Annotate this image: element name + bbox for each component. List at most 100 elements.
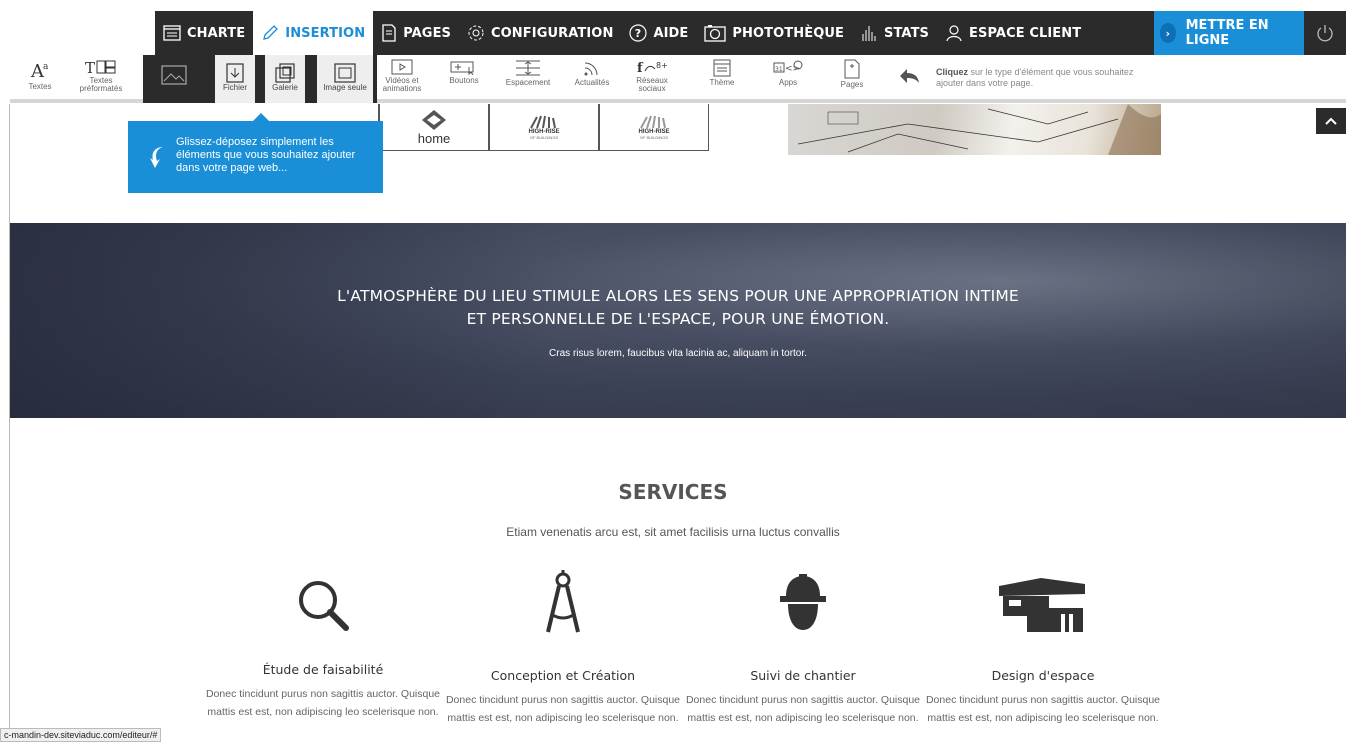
tool-actualites[interactable]: Actualités xyxy=(568,55,616,103)
preformatted-text-icon: T xyxy=(85,59,116,75)
image-icon[interactable] xyxy=(161,65,187,90)
toolbar-hint: Cliquez sur le type d'élément que vous s… xyxy=(936,67,1156,89)
tool-reseaux-sociaux[interactable]: f 8+ Réseaux sociaux xyxy=(628,55,676,103)
home-logo-icon xyxy=(422,109,446,130)
tool-videos[interactable]: Vidéos et animations xyxy=(376,55,428,103)
service-text: Donec tincidunt purus non sagittis aucto… xyxy=(205,688,441,718)
tool-image-seule[interactable]: Image seule xyxy=(317,55,373,103)
tool-boutons[interactable]: Boutons xyxy=(442,55,486,103)
file-icon xyxy=(226,63,244,83)
chart-icon xyxy=(163,25,181,41)
chevron-right-icon: › xyxy=(1160,23,1176,43)
services-title: SERVICES xyxy=(618,480,728,504)
nav-item-pages[interactable]: PAGES xyxy=(373,11,459,55)
single-image-icon xyxy=(334,63,356,83)
tool-label: Espacement xyxy=(505,78,551,87)
pages-icon xyxy=(382,24,396,42)
hero-banner: L'ATMOSPHÈRE DU LIEU STIMULE ALORS LES S… xyxy=(10,223,1346,418)
nav-label: ESPACE CLIENT xyxy=(969,25,1082,41)
tool-label: Actualités xyxy=(574,78,610,87)
status-bar-url: c-mandin-dev.siteviaduc.com/editeur/# xyxy=(0,728,162,742)
service-title: Suivi de chantier xyxy=(750,668,856,683)
svg-text:31: 31 xyxy=(775,66,783,73)
tool-label: Image seule xyxy=(323,83,367,92)
nav-label: CONFIGURATION xyxy=(491,25,614,41)
social-icon: f 8+ xyxy=(637,61,668,75)
nav-item-aide[interactable]: ? AIDE xyxy=(621,11,696,55)
logo-highrise-2[interactable]: HIGH-RISE OF BUILDINGS xyxy=(599,104,709,151)
service-text: Donec tincidunt purus non sagittis aucto… xyxy=(925,694,1161,724)
banner-subtext: Cras risus lorem, faucibus vita lacinia … xyxy=(549,348,807,359)
service-title: Conception et Création xyxy=(490,668,636,683)
blueprint-photo[interactable] xyxy=(788,104,1161,155)
tool-textes[interactable]: Aa Textes xyxy=(20,55,60,103)
publish-button[interactable]: › METTRE EN LIGNE xyxy=(1154,11,1304,55)
nav-item-configuration[interactable]: CONFIGURATION xyxy=(459,11,621,55)
tool-label: Galerie xyxy=(272,83,298,92)
nav-label: PHOTOTHÈQUE xyxy=(732,25,845,41)
highrise-logo-icon xyxy=(530,115,556,128)
banner-heading: L'ATMOSPHÈRE DU LIEU STIMULE ALORS LES S… xyxy=(10,285,1346,331)
service-card: Étude de faisabilité Donec tincidunt pur… xyxy=(203,566,443,721)
magnifier-icon xyxy=(203,566,443,634)
tool-espacement[interactable]: Espacement xyxy=(500,55,556,103)
power-icon xyxy=(1317,25,1333,42)
svg-text:f: f xyxy=(637,61,644,75)
tool-textes-preformates[interactable]: T Textes préformatés xyxy=(76,55,126,103)
building-icon xyxy=(923,566,1163,634)
tooltip-text: Glissez-déposez simplement les éléments … xyxy=(176,136,356,174)
pencil-icon xyxy=(263,25,279,40)
text-icon: Aa xyxy=(30,61,49,81)
logo-text: home xyxy=(417,130,451,146)
curved-arrow-icon xyxy=(150,147,163,168)
group-arrow xyxy=(205,71,213,87)
nav-item-charte[interactable]: CHARTE xyxy=(155,11,253,55)
back-arrow-icon xyxy=(898,67,920,90)
spacing-icon xyxy=(516,60,540,76)
gallery-icon xyxy=(275,63,295,83)
hint-bold: Cliquez xyxy=(936,67,969,77)
banner-line-2: ET PERSONNELLE DE L'ESPACE, POUR UNE ÉMO… xyxy=(466,310,890,328)
nav-item-stats[interactable]: STATS xyxy=(852,11,937,55)
tool-label: animations xyxy=(382,84,422,93)
tool-theme[interactable]: Thème xyxy=(700,55,744,103)
nav-item-espace-client[interactable]: ESPACE CLIENT xyxy=(937,11,1089,55)
scroll-top-button[interactable] xyxy=(1316,108,1346,134)
logo-subtext: OF BUILDINGS xyxy=(529,134,559,140)
help-icon: ? xyxy=(629,24,648,42)
tool-galerie[interactable]: Galerie xyxy=(265,55,305,103)
compass-icon xyxy=(443,566,683,634)
power-button[interactable] xyxy=(1304,11,1346,55)
tool-label: sociaux xyxy=(638,84,666,93)
service-text: Donec tincidunt purus non sagittis aucto… xyxy=(685,694,921,724)
tool-label: Thème xyxy=(709,78,735,87)
nav-label: INSERTION xyxy=(285,25,366,41)
tool-apps[interactable]: 31 <> Apps xyxy=(766,55,810,103)
service-title: Étude de faisabilité xyxy=(262,662,384,677)
image-tool-group: Fichier Galerie Image seule xyxy=(143,55,377,103)
apps-icon: 31 <> xyxy=(773,60,803,74)
page-add-icon xyxy=(844,59,860,79)
tool-fichier[interactable]: Fichier xyxy=(215,55,255,103)
drag-drop-tooltip: Glissez-déposez simplement les éléments … xyxy=(128,113,383,193)
nav-label: CHARTE xyxy=(187,25,246,41)
logo-highrise-1[interactable]: HIGH-RISE OF BUILDINGS xyxy=(489,104,599,151)
nav-label: STATS xyxy=(884,25,930,41)
tool-pages[interactable]: Pages xyxy=(830,55,874,103)
tool-label: Fichier xyxy=(222,83,247,92)
tool-label: Pages xyxy=(840,80,864,89)
tool-label: préformatés xyxy=(79,84,123,93)
worker-helmet-icon xyxy=(683,566,923,634)
nav-item-insertion[interactable]: INSERTION xyxy=(253,11,374,55)
stats-icon xyxy=(862,26,876,41)
nav-item-phototheque[interactable]: PHOTOTHÈQUE xyxy=(696,11,852,55)
service-card: Conception et Création Donec tincidunt p… xyxy=(443,566,683,727)
gear-icon xyxy=(468,25,484,41)
blueprint-lines xyxy=(797,104,1161,155)
service-card: Suivi de chantier Donec tincidunt purus … xyxy=(683,566,923,727)
theme-icon xyxy=(713,59,731,77)
logo-home[interactable]: home xyxy=(379,104,489,151)
page-left-border xyxy=(9,104,10,742)
top-navigation: CHARTE INSERTION PAGES CONFIGURATION ? A… xyxy=(155,11,1346,55)
